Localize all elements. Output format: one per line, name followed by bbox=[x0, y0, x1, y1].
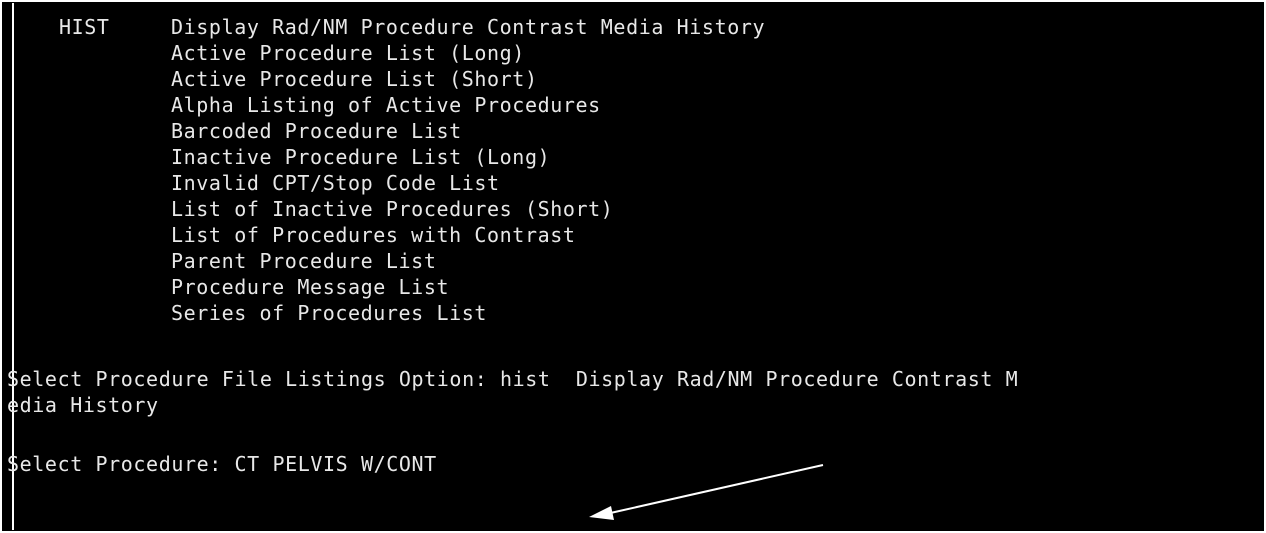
annotation-arrow-icon bbox=[589, 464, 824, 520]
